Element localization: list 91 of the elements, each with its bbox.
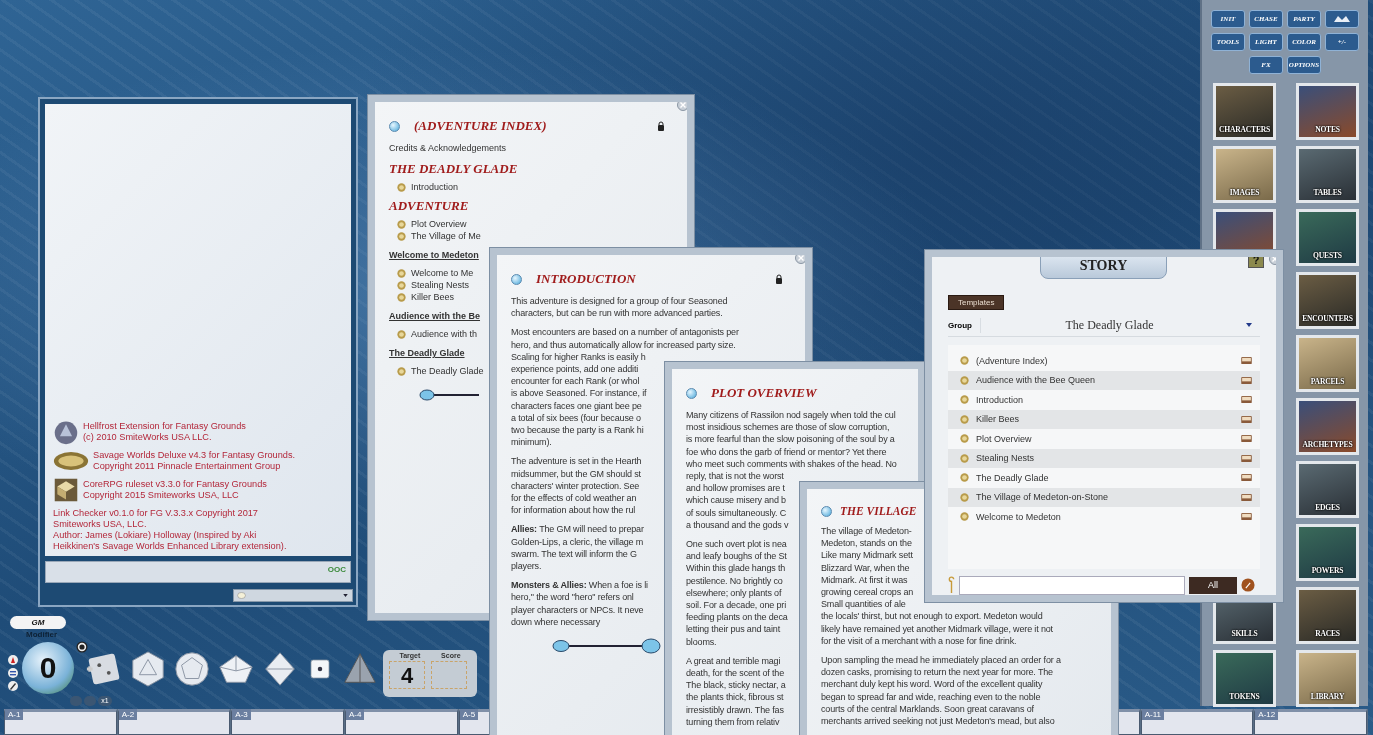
coin-icon bbox=[397, 329, 406, 339]
story-entry[interactable]: Welcome to Medeton bbox=[976, 511, 1234, 522]
settings-icon[interactable] bbox=[76, 641, 88, 653]
story-paragraph: Scaling for higher Ranks is easily h experience points, add one additi encounter for each Rank (or whol is above Seasoned. For instance, if characters faces one giant bee pe a total of six bees (four because o two because the party is a Rank hi minimum). bbox=[511, 350, 647, 449]
toolbar-button[interactable] bbox=[1325, 10, 1359, 28]
index-link[interactable]: Killer Bees bbox=[411, 291, 455, 303]
story-paragraph: One such overt plot is nea and leafy boughs of the St Within this glade hangs th pestilence. No brightly co elsewhere; only plants of soil. For a decade, one pri feeding plants on the deca letting their pus and taint blooms. bbox=[686, 538, 788, 648]
cube-icon bbox=[53, 477, 79, 503]
target-field[interactable]: 4 bbox=[389, 661, 425, 689]
story-paragraph: Monsters & Allies: When a foe is li hero," the word "hero" refers onl player characters or NPCs. It neve down where necessary bbox=[511, 579, 648, 629]
subsection-heading: The Deadly Glade bbox=[389, 347, 465, 359]
modifier-orb[interactable]: 0 bbox=[22, 642, 74, 694]
section-heading: ADVENTURE bbox=[389, 200, 469, 212]
index-link[interactable]: The Village of Me bbox=[411, 230, 481, 242]
book-icon[interactable] bbox=[1241, 493, 1252, 501]
book-icon[interactable] bbox=[1241, 357, 1252, 365]
book-icon[interactable] bbox=[1241, 435, 1252, 443]
story-paragraph: Allies: The GM will need to prepar Golden-Lips, a cleric, the village m swarm. The text will inform the G players. bbox=[511, 523, 644, 573]
pencil-icon[interactable] bbox=[8, 681, 18, 691]
book-icon[interactable] bbox=[1241, 474, 1252, 482]
index-link[interactable]: Stealing Nests bbox=[411, 279, 470, 291]
book-icon[interactable] bbox=[1241, 454, 1252, 462]
map-icon bbox=[1332, 14, 1352, 24]
story-paragraph: reply, that is not the worst and hollow promises are t which cause misery and b of souls simultaneously. C a thousand and the gods v bbox=[686, 470, 789, 532]
templates-button[interactable]: Templates bbox=[948, 295, 1005, 310]
window-title: STORY bbox=[1040, 257, 1167, 279]
list-icon[interactable] bbox=[8, 668, 18, 678]
subsection-heading: Audience with the Be bbox=[389, 310, 480, 322]
hotkey-slot[interactable]: A-3 bbox=[231, 709, 344, 735]
credit-text: Savage Worlds Deluxe v4.3 for Fantasy Grounds. Copyright 2011 Pinnacle Entertainment Group bbox=[93, 450, 296, 472]
die-icon[interactable] bbox=[129, 650, 167, 688]
help-button[interactable]: ? bbox=[1248, 257, 1264, 268]
filter-button[interactable]: All bbox=[1189, 576, 1237, 594]
index-link[interactable]: The Deadly Glade bbox=[411, 365, 484, 377]
identity-label[interactable]: GM bbox=[10, 616, 66, 629]
window-title: PLOT OVERVIEW bbox=[711, 385, 817, 401]
modifier-label: Modifier bbox=[26, 630, 58, 639]
coin-icon bbox=[397, 366, 406, 376]
story-paragraph: A great and terrible magi death, for the scent of the The black, sticky nectar, a the plants thick, fibrous st irresistibly drawn. The fas turning them from relativ bbox=[686, 654, 786, 729]
book-icon[interactable] bbox=[1241, 376, 1252, 384]
index-text: Credits & Acknowledgements bbox=[389, 142, 507, 154]
story-paragraph: This adventure is designed for a group of four Seasoned characters, but can be run with more advanced parties. bbox=[511, 295, 728, 320]
caret-icon bbox=[343, 594, 348, 597]
section-heading: THE DEADLY GLADE bbox=[389, 163, 518, 175]
story-entry[interactable]: Introduction bbox=[976, 394, 1234, 405]
story-paragraph: Upon sampling the mead he immediately placed an order for a dozen casks, promising to return the next year for more. The merchant duly kept his word. Word of the excellent quality began to spread far and wide, reaching even to the noble courts of the central Marklands. Soon great caravans of merchants arrived seeking not just Medeton's mead, but also bbox=[821, 654, 1061, 728]
speech-bubble-icon bbox=[237, 592, 246, 599]
index-link[interactable]: Plot Overview bbox=[411, 218, 467, 230]
pencil-icon[interactable] bbox=[1241, 578, 1255, 592]
book-icon[interactable] bbox=[1241, 513, 1252, 521]
coin-icon bbox=[397, 182, 406, 192]
story-entry[interactable]: Plot Overview bbox=[976, 433, 1234, 444]
lock-icon[interactable] bbox=[775, 274, 783, 284]
search-field[interactable] bbox=[959, 575, 1185, 595]
caret-icon[interactable] bbox=[1246, 323, 1252, 327]
window-title: THE VILLAGE bbox=[840, 505, 917, 517]
emblem-icon bbox=[53, 451, 89, 471]
story-paragraph: The adventure is set in the Hearth midsummer, but the GM should st characters' winter protection. See for the effects of cold weather an for information about how the rul bbox=[511, 455, 642, 517]
book-icon[interactable] bbox=[1241, 415, 1252, 423]
group-label: Group bbox=[948, 320, 973, 330]
divider-ornament bbox=[419, 389, 479, 401]
die-icon[interactable] bbox=[173, 650, 211, 688]
hotkey-slot[interactable]: A-4 bbox=[345, 709, 458, 735]
link-orb-icon[interactable] bbox=[686, 387, 697, 399]
credit-text: Hellfrost Extension for Fantasy Grounds (c) 2010 SmiteWorks USA LLC. bbox=[83, 421, 246, 443]
hotkey-slot[interactable]: A-2 bbox=[117, 709, 231, 735]
index-link[interactable]: Welcome to Me bbox=[411, 267, 474, 279]
credit-text: Link Checker v0.1.0 for FG V.3.3.x Copyright 2017 Smiteworks USA, LLC. Author: James (Lokiare) Holloway (Inspired by Aki Heikkinen's Savage Worlds Enhanced Library extension). bbox=[53, 508, 287, 552]
lock-icon[interactable] bbox=[657, 121, 665, 131]
story-paragraph: Most encounters are based on a number of antagonists per hero, and thus automatically allow for increased party size. bbox=[511, 326, 739, 351]
hotkey-slot[interactable]: A-11 bbox=[1140, 709, 1254, 735]
subsection-heading: Welcome to Medeton bbox=[389, 249, 479, 261]
story-paragraph: the locals' thirst, but not enough to export. Medeton would likely have remained yet another Midmark village, were it not for the visit of a merchant with a nose for fine drink. bbox=[821, 610, 1053, 648]
story-entry[interactable]: The Deadly Glade bbox=[976, 472, 1234, 483]
index-link[interactable]: Audience with th bbox=[411, 328, 478, 340]
link-orb-icon[interactable] bbox=[389, 120, 400, 132]
story-entry[interactable]: (Adventure Index) bbox=[976, 355, 1234, 366]
flag-icon[interactable] bbox=[8, 655, 18, 665]
window-title: (ADVENTURE INDEX) bbox=[414, 118, 547, 134]
credit-text: CoreRPG ruleset v3.3.0 for Fantasy Grounds Copyright 2015 Smiteworks USA, LLC bbox=[83, 479, 267, 501]
emblem-icon bbox=[53, 419, 79, 445]
link-orb-icon[interactable] bbox=[821, 505, 832, 517]
link-orb-icon[interactable] bbox=[511, 273, 522, 285]
book-icon[interactable] bbox=[1241, 396, 1252, 404]
score-field[interactable] bbox=[431, 661, 467, 689]
hook-icon bbox=[948, 575, 955, 595]
group-dropdown[interactable]: The Deadly Glade bbox=[980, 317, 1238, 333]
hotkey-slot[interactable]: A-12 bbox=[1254, 709, 1367, 735]
window-title: INTRODUCTION bbox=[536, 271, 636, 287]
index-link[interactable]: Introduction bbox=[411, 181, 459, 193]
hotkey-slot[interactable]: A-1 bbox=[4, 709, 117, 735]
